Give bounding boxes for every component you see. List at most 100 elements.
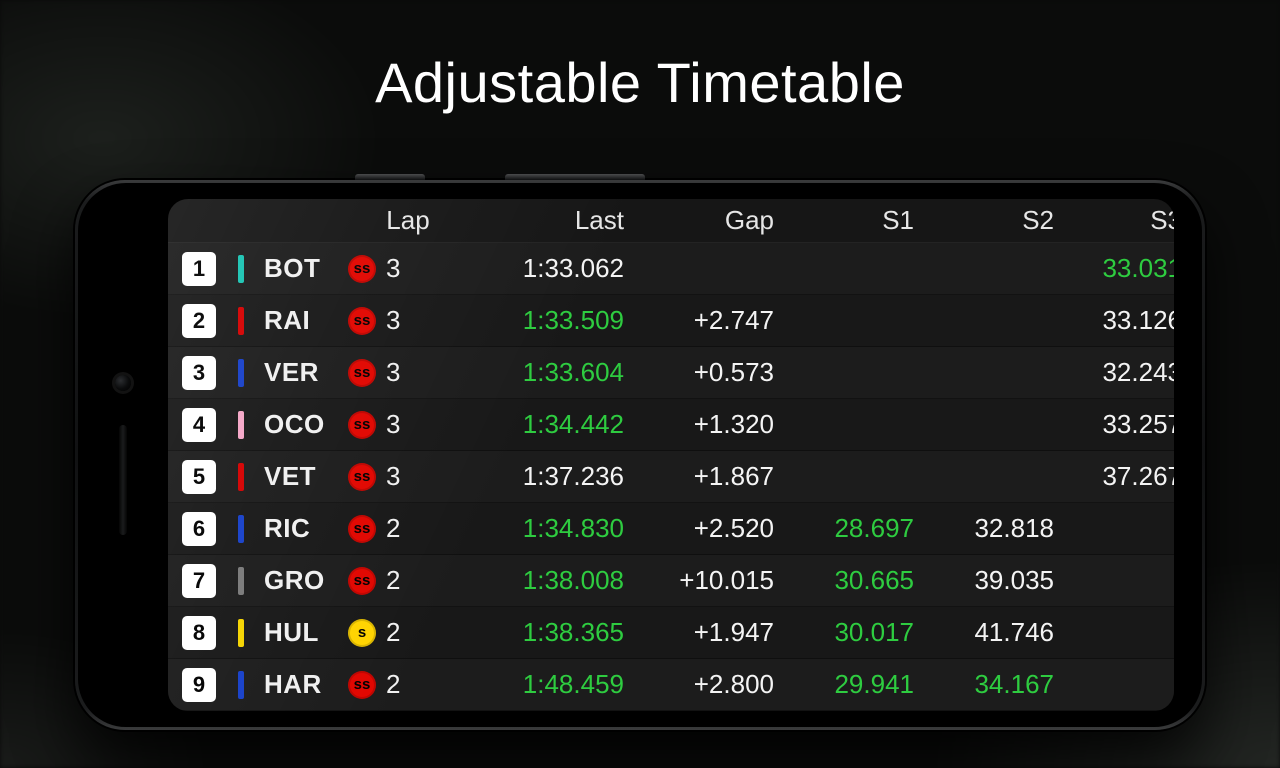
position-badge: 3 xyxy=(182,356,216,390)
table-header-row: Lap Last Gap S1 S2 S3 xyxy=(168,199,1174,243)
lap-cell: ss 2 xyxy=(344,669,454,700)
gap-time: +1.320 xyxy=(630,409,780,440)
table-row[interactable]: 2 RAIss31:33.509+2.747 33.126 xyxy=(168,295,1174,347)
table-row[interactable]: 4 OCOss 3 1:34.442+1.320 33.257 xyxy=(168,399,1174,451)
s2-time: 34.167 xyxy=(920,669,1060,700)
position-badge: 1 xyxy=(182,252,216,286)
table-row[interactable]: 9 HARss 2 1:48.459+2.80029.94134.167 xyxy=(168,659,1174,711)
col-lap[interactable]: Lap xyxy=(344,205,454,236)
driver-code: BOT xyxy=(254,253,344,284)
tyre-icon: s xyxy=(348,619,376,647)
table-row[interactable]: 6 RICss 2 1:34.830+2.52028.69732.818 xyxy=(168,503,1174,555)
driver-code: RIC xyxy=(254,513,344,544)
team-color-bar xyxy=(238,307,244,335)
position-badge: 9 xyxy=(182,668,216,702)
driver-code: VER xyxy=(254,357,344,388)
gap-time: +2.520 xyxy=(630,513,780,544)
tyre-icon: ss xyxy=(348,359,376,387)
table-row[interactable]: 7 GROss 2 1:38.008+10.01530.66539.035 xyxy=(168,555,1174,607)
s3-time: 37.267 xyxy=(1060,461,1174,492)
position-badge: 7 xyxy=(182,564,216,598)
s2-time: 39.035 xyxy=(920,565,1060,596)
driver-code: OCO xyxy=(254,409,344,440)
tyre-icon: ss xyxy=(348,307,376,335)
app-screen[interactable]: Lap Last Gap S1 S2 S3 1BOTss31:33.06233.… xyxy=(168,199,1174,711)
lap-number: 2 xyxy=(386,565,400,596)
table-row[interactable]: 3VERss31:33.604+0.57332.243 xyxy=(168,347,1174,399)
position-badge: 6 xyxy=(182,512,216,546)
last-time: 1:38.365 xyxy=(454,617,630,648)
driver-code: GRO xyxy=(254,565,344,596)
col-s3[interactable]: S3 xyxy=(1060,205,1174,236)
position-badge: 8 xyxy=(182,616,216,650)
team-color-bar xyxy=(238,411,244,439)
lap-number: 2 xyxy=(386,513,400,544)
camera-icon xyxy=(115,375,131,391)
lap-number: 2 xyxy=(386,617,400,648)
lap-cell: ss3 xyxy=(344,461,454,492)
tyre-icon: ss xyxy=(348,411,376,439)
gap-time: +1.947 xyxy=(630,617,780,648)
s2-time: 41.746 xyxy=(920,617,1060,648)
tyre-icon: ss xyxy=(348,515,376,543)
lap-cell: ss 3 xyxy=(344,357,454,388)
driver-code: VET xyxy=(254,461,344,492)
lap-number: 3 xyxy=(386,461,400,492)
lap-number: 3 xyxy=(386,357,400,388)
gap-time: +0.573 xyxy=(630,357,780,388)
lap-cell: ss3 xyxy=(344,253,454,284)
lap-cell: ss3 xyxy=(344,305,454,336)
speaker-icon xyxy=(119,425,127,535)
col-s1[interactable]: S1 xyxy=(780,205,920,236)
table-body[interactable]: 1BOTss31:33.06233.0312RAIss31:33.509+2.7… xyxy=(168,243,1174,711)
last-time: 1:33.062 xyxy=(454,253,630,284)
team-color-bar xyxy=(238,619,244,647)
table-row[interactable]: 8HULs21:38.365+1.94730.01741.746 xyxy=(168,607,1174,659)
last-time: 1:37.236 xyxy=(454,461,630,492)
team-color-bar xyxy=(238,567,244,595)
team-color-bar xyxy=(238,359,244,387)
driver-code: HAR xyxy=(254,669,344,700)
driver-code: RAI xyxy=(254,305,344,336)
s2-time: 32.818 xyxy=(920,513,1060,544)
gap-time: +2.800 xyxy=(630,669,780,700)
lap-cell: ss 3 xyxy=(344,409,454,440)
page-title: Adjustable Timetable xyxy=(0,50,1280,115)
lap-cell: s2 xyxy=(344,617,454,648)
s1-time: 28.697 xyxy=(780,513,920,544)
last-time: 1:34.830 xyxy=(454,513,630,544)
position-badge: 2 xyxy=(182,304,216,338)
position-badge: 4 xyxy=(182,408,216,442)
last-time: 1:38.008 xyxy=(454,565,630,596)
s1-time: 30.665 xyxy=(780,565,920,596)
gap-time: +2.747 xyxy=(630,305,780,336)
driver-code: HUL xyxy=(254,617,344,648)
last-time: 1:48.459 xyxy=(454,669,630,700)
gap-time: +1.867 xyxy=(630,461,780,492)
s3-time: 33.257 xyxy=(1060,409,1174,440)
phone-button-icon xyxy=(355,174,425,180)
phone-button-icon xyxy=(505,174,645,180)
table-row[interactable]: 1BOTss31:33.06233.031 xyxy=(168,243,1174,295)
lap-number: 3 xyxy=(386,409,400,440)
position-badge: 5 xyxy=(182,460,216,494)
team-color-bar xyxy=(238,255,244,283)
last-time: 1:34.442 xyxy=(454,409,630,440)
tyre-icon: ss xyxy=(348,671,376,699)
tyre-icon: ss xyxy=(348,255,376,283)
team-color-bar xyxy=(238,463,244,491)
lap-number: 2 xyxy=(386,669,400,700)
last-time: 1:33.509 xyxy=(454,305,630,336)
phone-frame: Lap Last Gap S1 S2 S3 1BOTss31:33.06233.… xyxy=(75,180,1205,730)
s1-time: 29.941 xyxy=(780,669,920,700)
gap-time: +10.015 xyxy=(630,565,780,596)
lap-cell: ss 2 xyxy=(344,565,454,596)
tyre-icon: ss xyxy=(348,567,376,595)
s3-time: 33.126 xyxy=(1060,305,1174,336)
timing-table[interactable]: Lap Last Gap S1 S2 S3 1BOTss31:33.06233.… xyxy=(168,199,1174,711)
col-gap[interactable]: Gap xyxy=(630,205,780,236)
table-row[interactable]: 5 VETss31:37.236+1.867 37.267 xyxy=(168,451,1174,503)
team-color-bar xyxy=(238,515,244,543)
col-s2[interactable]: S2 xyxy=(920,205,1060,236)
col-last[interactable]: Last xyxy=(454,205,630,236)
